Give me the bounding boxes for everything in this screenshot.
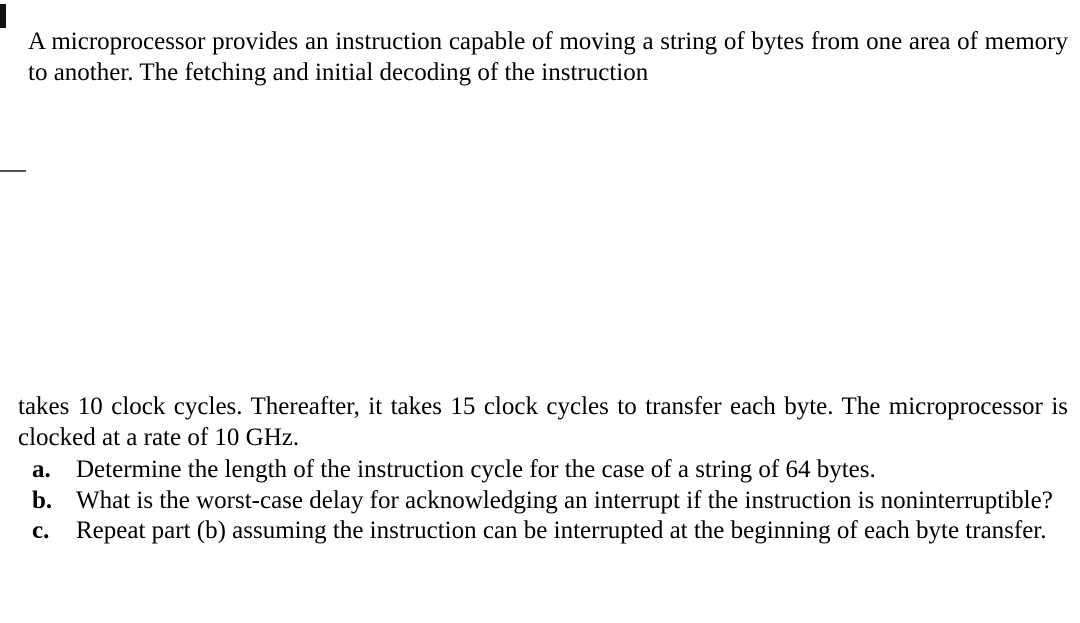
- page-edge-tick: [0, 170, 26, 172]
- question-list: a. Determine the length of the instructi…: [18, 455, 1068, 547]
- problem-body: takes 10 clock cycles. Thereafter, it ta…: [18, 392, 1068, 547]
- item-text: Determine the length of the instruction …: [76, 456, 876, 483]
- list-item: b. What is the worst-case delay for ackn…: [18, 486, 1068, 517]
- item-marker-a: a.: [32, 455, 51, 486]
- problem-intro-part2: takes 10 clock cycles. Thereafter, it ta…: [18, 392, 1068, 453]
- item-text: Repeat part (b) assuming the instruction…: [76, 517, 1047, 544]
- page: A microprocessor provides an instruction…: [0, 0, 1080, 623]
- list-item: a. Determine the length of the instructi…: [18, 455, 1068, 486]
- page-edge-mark: [0, 4, 6, 28]
- problem-intro-part1: A microprocessor provides an instruction…: [28, 27, 1068, 88]
- item-marker-c: c.: [32, 516, 49, 547]
- item-marker-b: b.: [32, 486, 52, 517]
- item-text: What is the worst-case delay for acknowl…: [76, 487, 1053, 514]
- list-item: c. Repeat part (b) assuming the instruct…: [18, 516, 1068, 547]
